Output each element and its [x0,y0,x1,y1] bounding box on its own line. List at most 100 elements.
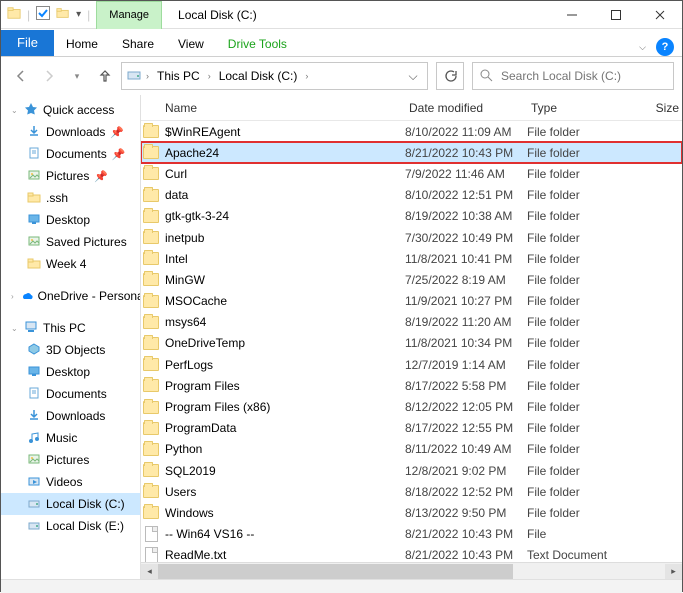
folder-icon [141,422,161,435]
sidebar-group-label: Quick access [43,103,114,117]
file-row[interactable]: Program Files (x86)8/12/2022 12:05 PMFil… [141,396,682,417]
sidebar-item-label: .ssh [46,191,68,205]
sidebar-group[interactable]: ⌄ Quick access [1,99,140,121]
folder-icon [27,190,41,207]
file-row[interactable]: Intel11/8/2021 10:41 PMFile folder [141,248,682,269]
column-header-size[interactable]: Size [639,101,679,115]
file-row[interactable]: Apache248/21/2022 10:43 PMFile folder [141,142,682,163]
file-row[interactable]: msys648/19/2022 11:20 AMFile folder [141,312,682,333]
scroll-thumb[interactable] [158,564,513,579]
scroll-right-icon[interactable]: ▸ [665,564,682,579]
sidebar-item[interactable]: Pictures [1,449,140,471]
expand-ribbon-icon[interactable]: ⌵ [635,42,650,53]
ribbon-tab-view[interactable]: View [166,33,216,56]
column-header-type[interactable]: Type [531,101,639,115]
chevron-down-icon[interactable]: ⌄ [11,324,19,333]
address-bar[interactable]: › This PC › Local Disk (C:) › ⌵ [121,62,428,90]
chevron-down-icon[interactable]: ⌄ [11,106,19,115]
disk-icon [27,496,41,513]
sidebar-item[interactable]: Music [1,427,140,449]
sidebar-item[interactable]: 3D Objects [1,339,140,361]
ribbon-tab-share[interactable]: Share [110,33,166,56]
star-icon [24,102,38,119]
folder-icon [141,443,161,456]
recent-dropdown[interactable]: ▾ [65,64,89,88]
file-list: $WinREAgent8/10/2022 11:09 AMFile folder… [141,121,682,562]
chevron-right-icon[interactable]: › [206,71,213,81]
chevron-right-icon[interactable]: › [11,292,14,301]
file-row[interactable]: inetpub7/30/2022 10:49 PMFile folder [141,227,682,248]
file-row[interactable]: Program Files8/17/2022 5:58 PMFile folde… [141,375,682,396]
sidebar-group[interactable]: ›OneDrive - Personal [1,285,140,307]
sidebar-item[interactable]: Downloads📌 [1,121,140,143]
file-row[interactable]: ReadMe.txt8/21/2022 10:43 PMText Documen… [141,545,682,562]
folder-icon [141,273,161,286]
file-row[interactable]: PerfLogs12/7/2019 1:14 AMFile folder [141,354,682,375]
sidebar-item-label: Documents [46,387,107,401]
search-box[interactable] [472,62,674,90]
sidebar-item[interactable]: Week 4 [1,253,140,275]
file-name: SQL2019 [161,464,405,478]
sidebar-item[interactable]: Documents📌 [1,143,140,165]
file-type: File folder [527,231,635,245]
file-row[interactable]: $WinREAgent8/10/2022 11:09 AMFile folder [141,121,682,142]
file-row[interactable]: MinGW7/25/2022 8:19 AMFile folder [141,269,682,290]
address-dropdown[interactable]: ⌵ [403,69,423,84]
file-row[interactable]: OneDriveTemp11/8/2021 10:34 PMFile folde… [141,333,682,354]
help-icon[interactable]: ? [656,38,674,56]
sidebar-item[interactable]: Desktop [1,361,140,383]
chevron-right-icon[interactable]: › [303,71,310,81]
back-button[interactable] [9,64,33,88]
scroll-left-icon[interactable]: ◂ [141,564,158,579]
ribbon-tab-drive-tools[interactable]: Drive Tools [216,33,299,56]
open-folder-icon[interactable] [56,6,70,23]
column-header-date[interactable]: Date modified [409,101,531,115]
sidebar-item[interactable]: Videos [1,471,140,493]
column-header-name[interactable]: Name [141,101,409,115]
maximize-button[interactable] [594,1,638,29]
sidebar-item[interactable]: Documents [1,383,140,405]
ribbon-tab-home[interactable]: Home [54,33,110,56]
file-date: 11/8/2021 10:34 PM [405,336,527,350]
file-date: 8/21/2022 10:43 PM [405,548,527,562]
sidebar-group[interactable]: ⌄This PC [1,317,140,339]
file-row[interactable]: -- Win64 VS16 --8/21/2022 10:43 PMFile [141,524,682,545]
file-date: 11/8/2021 10:41 PM [405,252,527,266]
file-row[interactable]: data8/10/2022 12:51 PMFile folder [141,185,682,206]
desktop-icon [27,364,41,381]
file-row[interactable]: Windows8/13/2022 9:50 PMFile folder [141,502,682,523]
sidebar-item[interactable]: Downloads [1,405,140,427]
up-button[interactable] [93,64,117,88]
search-input[interactable] [499,68,667,84]
context-tab[interactable]: Manage [96,1,162,29]
file-row[interactable]: Users8/18/2022 12:52 PMFile folder [141,481,682,502]
close-button[interactable] [638,1,682,29]
sidebar-item[interactable]: Local Disk (E:) [1,515,140,537]
ribbon-tab-file[interactable]: File [1,30,54,56]
horizontal-scrollbar[interactable]: ◂ ▸ [141,562,682,579]
minimize-button[interactable] [550,1,594,29]
file-row[interactable]: ProgramData8/17/2022 12:55 PMFile folder [141,418,682,439]
file-name: $WinREAgent [161,125,405,139]
doc-icon [27,146,41,163]
breadcrumb-root[interactable]: This PC [153,67,204,85]
sidebar-item[interactable]: .ssh [1,187,140,209]
doc-icon [27,386,41,403]
sidebar-item[interactable]: Desktop [1,209,140,231]
file-row[interactable]: Python8/11/2022 10:49 AMFile folder [141,439,682,460]
breadcrumb-segment[interactable]: Local Disk (C:) [215,67,302,85]
file-row[interactable]: Curl7/9/2022 11:46 AMFile folder [141,163,682,184]
file-row[interactable]: SQL201912/8/2021 9:02 PMFile folder [141,460,682,481]
sidebar-item[interactable]: Saved Pictures [1,231,140,253]
sidebar-item-label: Saved Pictures [46,235,127,249]
sidebar-item[interactable]: Pictures📌 [1,165,140,187]
folder-icon [141,167,161,180]
forward-button[interactable] [37,64,61,88]
file-row[interactable]: MSOCache11/9/2021 10:27 PMFile folder [141,291,682,312]
chevron-right-icon[interactable]: › [144,71,151,81]
sidebar-item[interactable]: Local Disk (C:) [1,493,140,515]
file-row[interactable]: gtk-gtk-3-248/19/2022 10:38 AMFile folde… [141,206,682,227]
pin-icon: 📌 [94,170,108,183]
refresh-button[interactable] [436,62,464,90]
checkbox-icon[interactable] [36,6,50,23]
